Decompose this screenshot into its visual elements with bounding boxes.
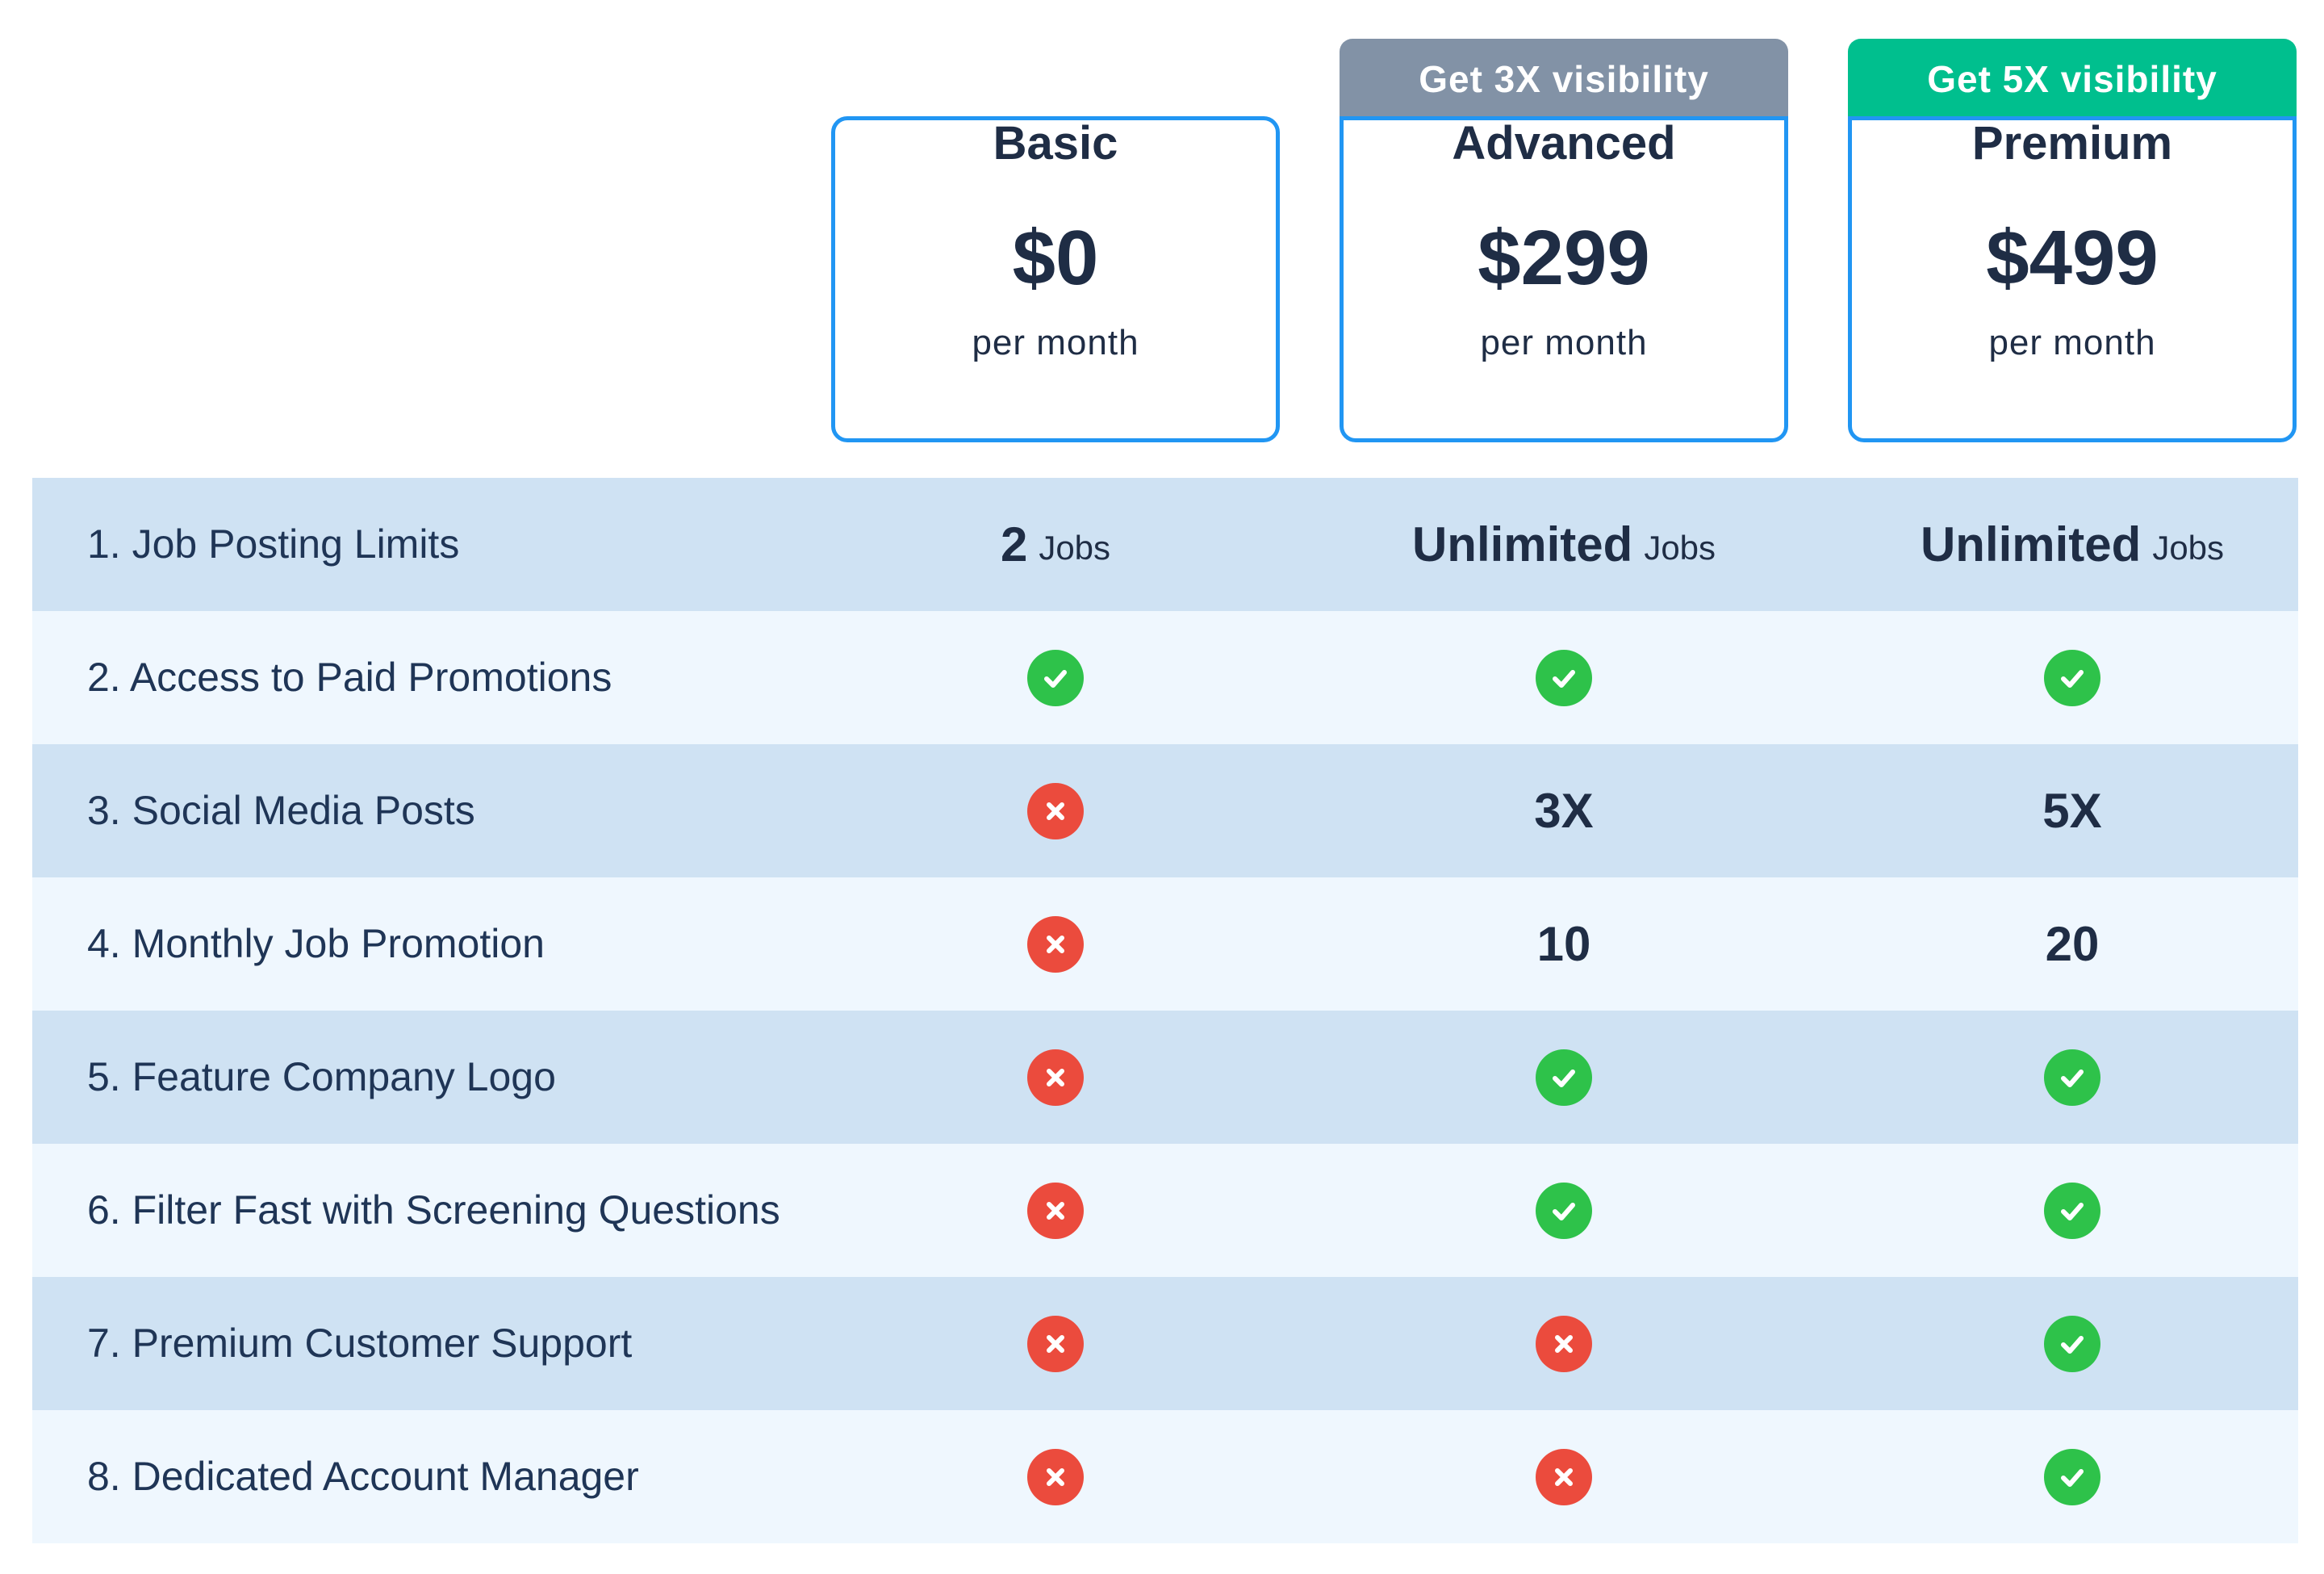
feature-cell [831,744,1280,877]
check-icon [1536,1182,1592,1239]
feature-label: 2. Access to Paid Promotions [87,655,612,700]
plan-period: per month [972,323,1139,362]
plan-advanced[interactable]: Get 3X visibility Advanced $299 per mont… [1340,39,1788,442]
feature-cell [831,1144,1280,1277]
feature-label: 1. Job Posting Limits [87,521,460,567]
feature-value: 2 [1000,517,1028,571]
table-row: 4. Monthly Job Promotion 10 20 [32,877,2298,1011]
feature-value: Unlimited [1411,517,1633,571]
feature-value: 20 [2045,917,2100,971]
table-row: 2. Access to Paid Promotions [32,611,2298,744]
feature-value: 5X [2042,784,2102,838]
feature-label: 3. Social Media Posts [87,788,475,833]
feature-comparison-table: 1. Job Posting Limits 2 Jobs Unlimited Jobs U… [32,478,2298,1543]
table-row: 8. Dedicated Account Manager [32,1410,2298,1543]
plan-name: Premium [1971,117,2173,170]
feature-label: 6. Filter Fast with Screening Questions [87,1187,780,1233]
feature-cell [1848,1144,2297,1277]
feature-unit: Jobs [1039,528,1111,567]
feature-cell [831,877,1280,1011]
plan-card[interactable]: Advanced $299 per month [1340,116,1788,442]
table-row: 6. Filter Fast with Screening Questions [32,1144,2298,1277]
feature-value: Unlimited [1920,517,2142,571]
cross-icon [1027,1315,1084,1372]
check-icon [1536,1049,1592,1106]
feature-cell: 2 Jobs [831,478,1280,611]
plan-price: $499 [1986,215,2159,301]
plan-period: per month [1480,323,1648,362]
check-icon [1027,649,1084,706]
feature-cell: 10 [1340,877,1788,1011]
feature-cell [831,1277,1280,1410]
plan-basic[interactable]: Basic $0 per month [831,39,1280,442]
check-icon [2044,1049,2100,1106]
feature-cell: 5X [1848,744,2297,877]
feature-cell [1848,611,2297,744]
feature-label: 4. Monthly Job Promotion [87,921,545,966]
table-row: 5. Feature Company Logo [32,1011,2298,1144]
cross-icon [1536,1448,1592,1505]
feature-cell: Unlimited Jobs [1848,478,2297,611]
feature-value: 10 [1536,917,1591,971]
feature-label: 7. Premium Customer Support [87,1321,633,1366]
plan-premium[interactable]: Get 5X visibility Premium $499 per month [1848,39,2297,442]
feature-cell: 3X [1340,744,1788,877]
table-row: 7. Premium Customer Support [32,1277,2298,1410]
plan-card[interactable]: Premium $499 per month [1848,116,2297,442]
feature-value: 3X [1534,784,1594,838]
table-row: 3. Social Media Posts 3X 5X [32,744,2298,877]
feature-cell [1340,1277,1788,1410]
cross-icon [1027,1182,1084,1239]
plan-period: per month [1988,323,2156,362]
feature-cell [1340,1144,1788,1277]
feature-cell [831,1011,1280,1144]
feature-cell [831,611,1280,744]
feature-label: 8. Dedicated Account Manager [87,1454,639,1499]
table-row: 1. Job Posting Limits 2 Jobs Unlimited Jobs U… [32,478,2298,611]
check-icon [2044,649,2100,706]
feature-unit: Jobs [2152,528,2225,567]
plan-badge: Get 3X visibility [1340,39,1788,119]
plan-name: Basic [993,117,1118,170]
feature-cell: 20 [1848,877,2297,1011]
check-icon [2044,1448,2100,1505]
plan-price: $0 [1012,215,1099,301]
feature-cell [1340,1410,1788,1543]
feature-unit: Jobs [1644,528,1716,567]
plan-name: Advanced [1452,117,1676,170]
cross-icon [1536,1315,1592,1372]
cross-icon [1027,1049,1084,1106]
plan-price: $299 [1478,215,1650,301]
pricing-plans: Basic $0 per month Get 3X visibility Adv… [0,0,2324,452]
cross-icon [1027,915,1084,973]
check-icon [2044,1182,2100,1239]
cross-icon [1027,1448,1084,1505]
cross-icon [1027,782,1084,839]
feature-cell [1848,1277,2297,1410]
plan-card[interactable]: Basic $0 per month [831,116,1280,442]
check-icon [1536,649,1592,706]
feature-cell [1848,1410,2297,1543]
feature-label: 5. Feature Company Logo [87,1054,556,1099]
feature-cell [1848,1011,2297,1144]
feature-cell [831,1410,1280,1543]
check-icon [2044,1315,2100,1372]
feature-cell [1340,611,1788,744]
feature-cell: Unlimited Jobs [1340,478,1788,611]
feature-cell [1340,1011,1788,1144]
plan-badge: Get 5X visibility [1848,39,2297,119]
